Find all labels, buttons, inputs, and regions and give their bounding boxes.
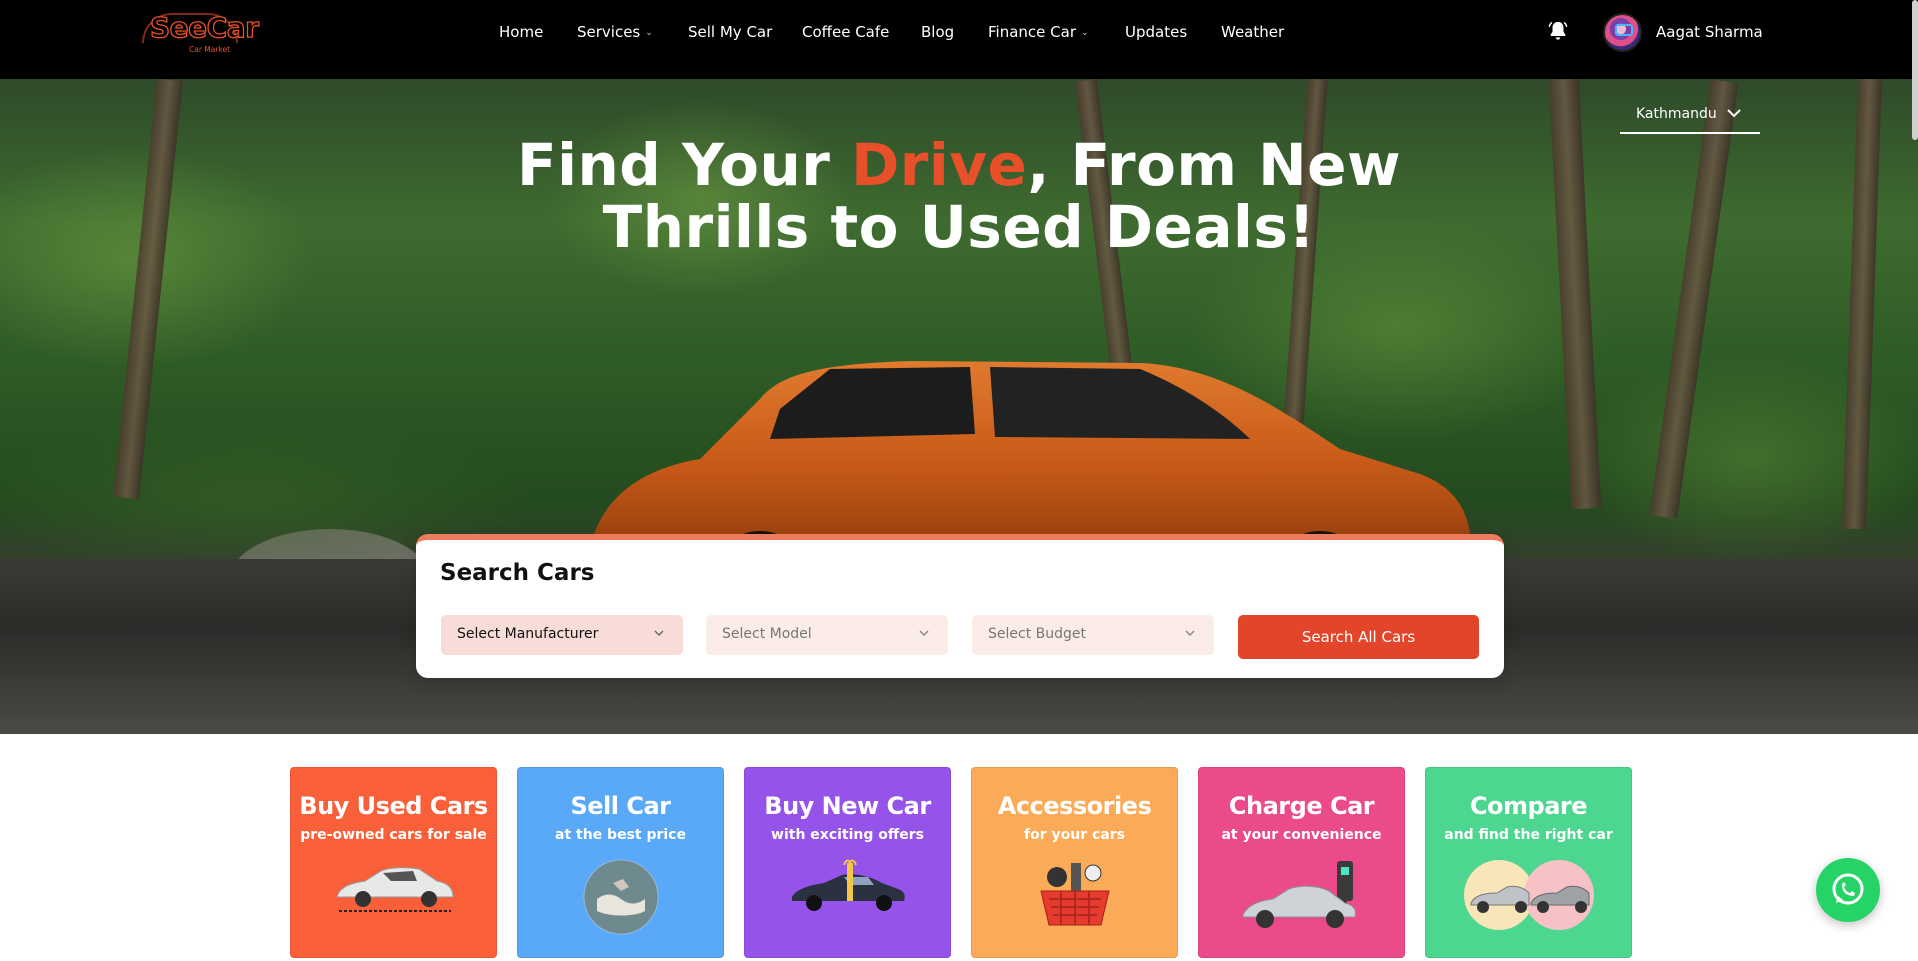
tile-subtitle: with exciting offers [771, 827, 924, 843]
tile-buy-new-car[interactable]: Buy New Car with exciting offers [744, 767, 951, 958]
nav-weather[interactable]: Weather [1221, 23, 1284, 41]
manufacturer-select[interactable]: Select Manufacturer [441, 615, 683, 655]
whatsapp-icon [1832, 873, 1864, 905]
hero-headline: Find Your Drive, From New Thrills to Use… [516, 131, 1402, 261]
user-name[interactable]: Aagat Sharma [1656, 23, 1763, 41]
chevron-down-icon: ⌄ [645, 28, 653, 38]
tile-buy-used-cars[interactable]: Buy Used Cars pre-owned cars for sale [290, 767, 497, 958]
bell-icon[interactable] [1547, 20, 1569, 42]
tile-charge-car[interactable]: Charge Car at your convenience [1198, 767, 1405, 958]
model-select[interactable]: Select Model [706, 615, 948, 655]
tile-subtitle: for your cars [1024, 827, 1125, 843]
nav-finance-car[interactable]: Finance Car ⌄ [988, 23, 1089, 41]
tile-title: Sell Car [570, 792, 671, 820]
chevron-down-icon [919, 630, 929, 636]
tile-title: Buy New Car [764, 792, 931, 820]
tile-subtitle: at the best price [555, 827, 686, 843]
avatar[interactable] [1603, 13, 1642, 52]
nav-updates[interactable]: Updates [1125, 23, 1187, 41]
nav-home[interactable]: Home [499, 23, 543, 41]
handshake-icon [583, 859, 658, 935]
nav-services[interactable]: Services ⌄ [577, 23, 653, 41]
location-selector[interactable]: Kathmandu [1620, 100, 1760, 134]
tile-sell-car[interactable]: Sell Car at the best price [517, 767, 724, 958]
nav-blog[interactable]: Blog [921, 23, 954, 41]
tile-title: Accessories [997, 792, 1152, 820]
chevron-down-icon [1727, 109, 1741, 118]
ev-charging-icon [1242, 861, 1356, 928]
tile-subtitle: pre-owned cars for sale [300, 827, 487, 843]
top-navbar: SeeCar Car Market Home Services ⌄ Sell My… [0, 0, 1918, 79]
accessories-basket-icon [1039, 863, 1110, 926]
tile-accessories[interactable]: Accessories for your cars [971, 767, 1178, 958]
tile-subtitle: at your convenience [1221, 827, 1382, 843]
nav-coffee-cafe[interactable]: Coffee Cafe [802, 23, 889, 41]
sedan-car-icon [335, 867, 454, 912]
search-panel-title: Search Cars [440, 560, 595, 586]
chevron-down-icon [1185, 630, 1195, 636]
location-label: Kathmandu [1636, 106, 1717, 122]
whatsapp-chat-button[interactable] [1816, 858, 1880, 922]
tile-title: Buy Used Cars [299, 792, 488, 820]
nav-sell-my-car[interactable]: Sell My Car [688, 23, 772, 41]
chevron-down-icon [654, 630, 664, 636]
page-scrollbar[interactable] [1912, 0, 1918, 140]
tile-subtitle: and find the right car [1444, 827, 1613, 843]
budget-select[interactable]: Select Budget [972, 615, 1214, 655]
search-cars-panel: Search Cars Select Manufacturer Select M… [416, 534, 1504, 678]
tile-title: Compare [1469, 792, 1588, 820]
hero-headline-accent: Drive [851, 131, 1028, 199]
gift-car-icon [791, 859, 905, 911]
chevron-down-icon: ⌄ [1081, 28, 1089, 38]
tile-title: Charge Car [1228, 792, 1375, 820]
tile-compare[interactable]: Compare and find the right car [1425, 767, 1632, 958]
search-all-cars-button[interactable]: Search All Cars [1238, 615, 1479, 659]
compare-cars-icon [1463, 860, 1594, 930]
